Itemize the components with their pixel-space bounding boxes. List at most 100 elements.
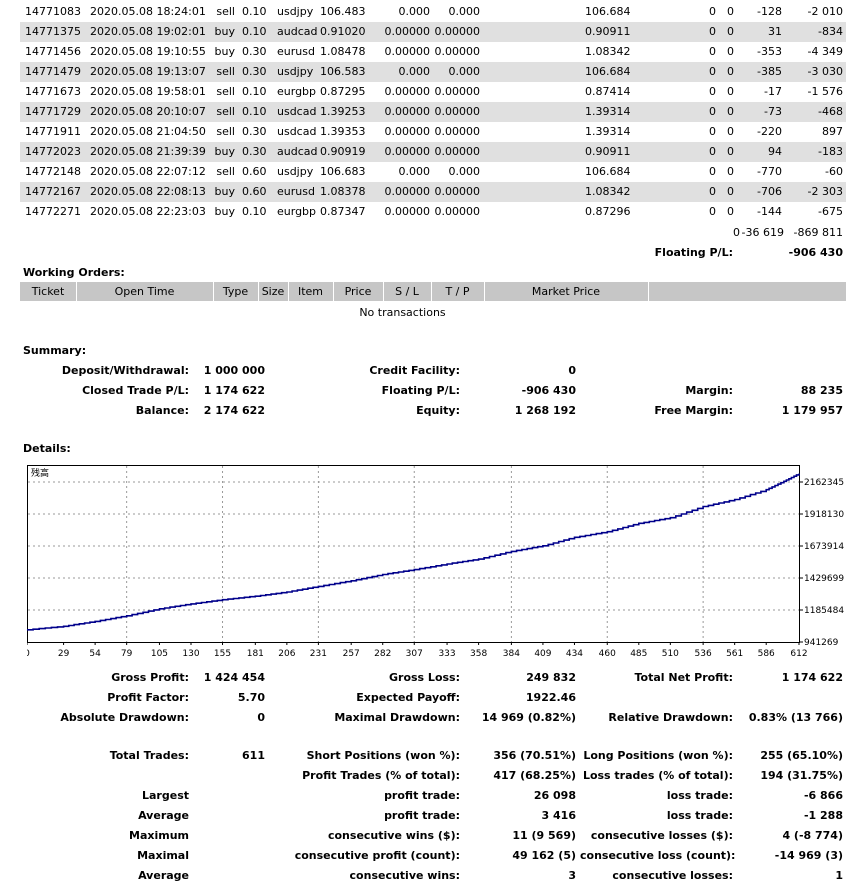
trade-profit: -468 [818, 105, 843, 118]
profit-trades-label: Profit Trades (% of total): [302, 769, 460, 782]
trade-tp: 0.00000 [434, 145, 481, 158]
x-tick-label: 586 [758, 649, 775, 659]
trade-size: 0.10 [242, 85, 267, 98]
trade-tp: 0.000 [448, 5, 481, 18]
trade-time: 2020.05.08 19:10:55 [90, 45, 206, 58]
largest-profit-value: 26 098 [533, 789, 576, 802]
gross-profit-label: Gross Profit: [111, 671, 189, 684]
trade-c3: -220 [757, 125, 782, 138]
maxl-profit-label: consecutive profit (count): [294, 849, 460, 862]
max-drawdown-value: 14 969 (0.82%) [481, 711, 576, 724]
details-title: Details: [23, 442, 71, 455]
trade-time: 2020.05.08 18:24:01 [90, 5, 206, 18]
trade-ticket: 14771375 [25, 25, 81, 38]
y-tick-label: 1429699 [804, 574, 844, 584]
trade-c2: 0 [727, 165, 734, 178]
trade-time: 2020.05.08 20:10:07 [90, 105, 206, 118]
gross-loss-value: 249 832 [526, 671, 576, 684]
net-profit-value: 1 174 622 [781, 671, 843, 684]
trade-time: 2020.05.08 22:07:12 [90, 165, 206, 178]
trade-c3: -385 [757, 65, 782, 78]
trade-price: 1.08378 [320, 185, 366, 198]
trade-type: sell [216, 125, 235, 138]
trade-sl: 0.00000 [384, 45, 431, 58]
col-type: Type [222, 285, 249, 298]
trade-tp: 0.00000 [434, 85, 481, 98]
equity-value: 1 268 192 [514, 404, 576, 417]
x-tick-label: 333 [438, 649, 455, 659]
trade-type: sell [216, 85, 235, 98]
trade-size: 0.10 [242, 25, 267, 38]
x-tick-label: 257 [343, 649, 360, 659]
gross-loss-label: Gross Loss: [389, 671, 460, 684]
loss-trades-label: Loss trades (% of total): [582, 769, 733, 782]
deposit-label: Deposit/Withdrawal: [61, 364, 189, 377]
x-tick-label: 282 [374, 649, 391, 659]
y-tick-label: 2162345 [804, 478, 844, 488]
max-losses-label: consecutive losses ($): [590, 829, 733, 842]
trade-c2: 0 [727, 65, 734, 78]
trade-c2: 0 [727, 145, 734, 158]
trade-c3: 94 [768, 145, 782, 158]
credit-label: Credit Facility: [369, 364, 460, 377]
trade-c3: -17 [764, 85, 782, 98]
x-tick-label: 536 [695, 649, 712, 659]
x-tick-label: 181 [247, 649, 264, 659]
abs-drawdown-value: 0 [257, 711, 265, 724]
trade-c2: 0 [727, 205, 734, 218]
trade-c2: 0 [727, 125, 734, 138]
trade-time: 2020.05.08 21:39:39 [90, 145, 206, 158]
working-orders-header: Ticket Open Time Type Size Item Price S … [20, 282, 846, 301]
summary-floating-value: -906 430 [521, 384, 576, 397]
trade-ticket: 14771479 [25, 65, 81, 78]
trade-price: 0.87347 [320, 205, 366, 218]
trade-profit: -834 [818, 25, 843, 38]
x-tick-label: 307 [406, 649, 423, 659]
max-losses-value: 4 (-8 774) [782, 829, 843, 842]
trade-time: 2020.05.08 19:58:01 [90, 85, 206, 98]
no-transactions-text: No transactions [359, 306, 446, 319]
trade-type: sell [216, 165, 235, 178]
free-margin-label: Free Margin: [654, 404, 733, 417]
x-tick-label: 0 [27, 649, 30, 659]
trade-sl: 0.000 [398, 165, 431, 178]
col-ticket: Ticket [31, 285, 65, 298]
trade-row: 14771729 2020.05.08 20:10:07 sell 0.10 usdca… [20, 102, 846, 122]
trade-c3: 31 [768, 25, 782, 38]
trade-sl: 0.000 [398, 65, 431, 78]
trade-row: 14772271 2020.05.08 22:23:03 buy 0.10 eurgbp… [20, 202, 846, 222]
avg-loss-label: loss trade: [666, 809, 733, 822]
trade-tp: 0.00000 [434, 205, 481, 218]
trade-profit: -1 576 [807, 85, 843, 98]
trade-price: 1.39253 [320, 105, 366, 118]
net-profit-label: Total Net Profit: [634, 671, 734, 684]
y-tick-label: 1185484 [804, 606, 844, 616]
trade-size: 0.10 [242, 105, 267, 118]
trade-price: 106.483 [320, 5, 366, 18]
trade-size: 0.10 [242, 5, 267, 18]
expected-payoff-value: 1922.46 [525, 691, 576, 704]
trade-c2: 0 [727, 85, 734, 98]
trade-price: 106.683 [320, 165, 366, 178]
avg-losses-label: consecutive losses: [612, 869, 733, 882]
avg-losses-value: 1 [835, 869, 843, 882]
loss-trades-value: 194 (31.75%) [760, 769, 843, 782]
x-tick-label: 54 [89, 649, 101, 659]
credit-value: 0 [568, 364, 576, 377]
closed-pl-value: 1 174 622 [203, 384, 265, 397]
trade-size: 0.30 [242, 125, 267, 138]
max-wins-label: consecutive wins ($): [327, 829, 460, 842]
trade-c3: -144 [757, 205, 782, 218]
x-tick-label: 358 [470, 649, 487, 659]
floating-value: -906 430 [788, 246, 843, 259]
balance-value: 2 174 622 [203, 404, 265, 417]
col-item: Item [297, 285, 324, 298]
max-drawdown-label: Maximal Drawdown: [334, 711, 460, 724]
trade-tp: 0.00000 [434, 125, 481, 138]
trade-profit: -675 [818, 205, 843, 218]
trade-market: 106.684 [585, 165, 631, 178]
largest-profit-label: profit trade: [384, 789, 460, 802]
totals-c1: 0 [733, 226, 740, 239]
x-tick-label: 460 [599, 649, 616, 659]
maximum-label: Maximum [129, 829, 189, 842]
